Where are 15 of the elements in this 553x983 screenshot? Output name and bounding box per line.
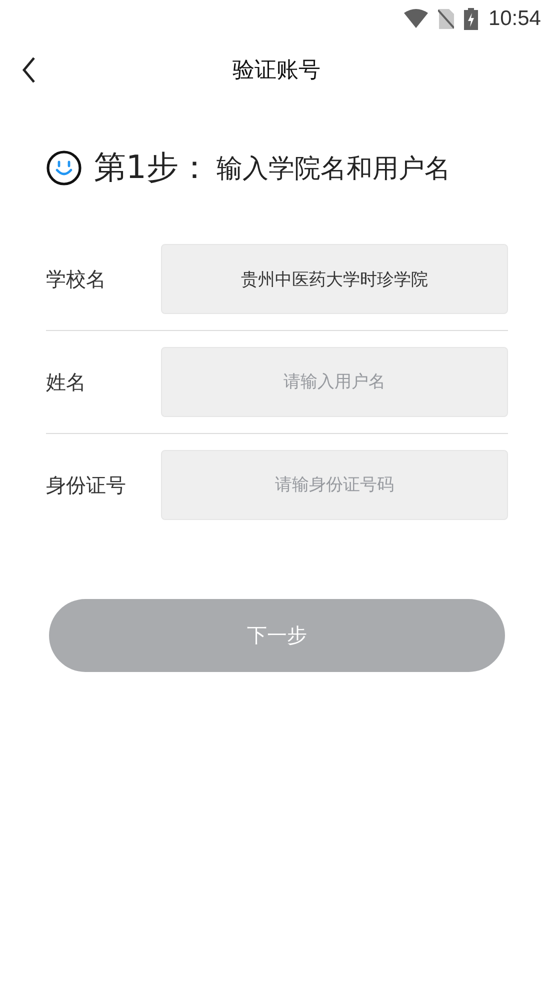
input-field[interactable]: 贵州中医药大学时珍学院 [161,244,508,314]
wifi-icon [404,9,428,29]
field-label: 姓名 [46,368,87,396]
page-title: 验证账号 [232,57,320,85]
input-field[interactable]: 请输身份证号码 [161,450,508,520]
step-number: 第1步： [94,147,210,188]
smiley-icon [46,150,82,186]
no-sim-icon [438,9,454,29]
status-time: 10:54 [488,7,541,31]
step-title: 输入学院名和用户名 [216,152,450,186]
input-field[interactable]: 请输入用户名 [161,347,508,417]
field-label: 身份证号 [46,472,127,498]
back-button[interactable] [22,57,36,83]
battery-charging-icon [464,8,478,30]
field-label: 学校名 [46,266,107,292]
